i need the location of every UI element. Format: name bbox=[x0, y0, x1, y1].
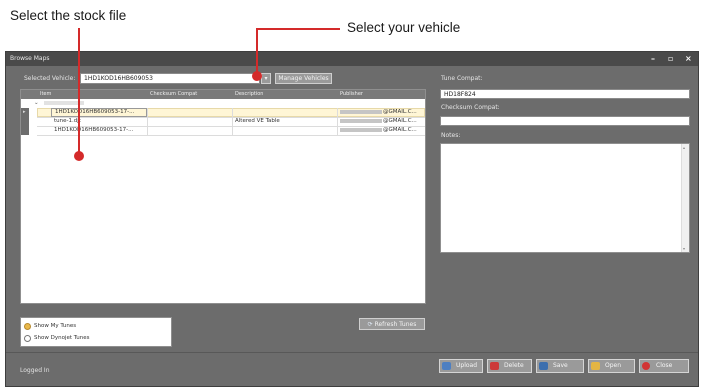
row-2-description: Altered VE Table bbox=[235, 118, 280, 124]
row-divider bbox=[37, 135, 425, 136]
row-1-publisher: @GMAIL.C... bbox=[337, 108, 425, 117]
delete-label: Delete bbox=[504, 362, 524, 369]
column-separator bbox=[232, 108, 233, 135]
checksum-compat-field[interactable] bbox=[440, 116, 690, 126]
refresh-tunes-label: Refresh Tunes bbox=[374, 321, 417, 328]
close-button[interactable]: Close bbox=[639, 359, 689, 373]
scroll-down-icon[interactable]: ▾ bbox=[683, 246, 685, 251]
maximize-icon[interactable]: ▫ bbox=[668, 52, 673, 66]
tune-filter-box: Show My Tunes Show Dynojet Tunes bbox=[20, 317, 172, 347]
row-2-item[interactable]: tune-1.djt bbox=[51, 117, 147, 126]
annotation-stock-file-dot bbox=[74, 151, 84, 161]
annotation-select-vehicle: Select your vehicle bbox=[347, 20, 461, 35]
column-header-description[interactable]: Description bbox=[232, 90, 337, 99]
column-header-publisher[interactable]: Publisher bbox=[337, 90, 427, 99]
column-separator bbox=[147, 108, 148, 135]
refresh-tunes-button[interactable]: ⟳ Refresh Tunes bbox=[359, 318, 425, 330]
close-circle-icon bbox=[642, 362, 650, 370]
notes-textarea[interactable]: ▴ ▾ bbox=[440, 143, 690, 253]
group-label-blurred bbox=[41, 99, 131, 108]
upload-icon bbox=[442, 362, 451, 370]
folder-icon bbox=[591, 362, 600, 370]
row-3-description bbox=[232, 126, 337, 135]
column-header-checksum[interactable]: Checksum Compat bbox=[147, 90, 232, 99]
annotation-vehicle-line-v bbox=[256, 28, 258, 74]
notes-scrollbar[interactable]: ▴ ▾ bbox=[681, 144, 689, 252]
save-button[interactable]: Save bbox=[536, 359, 584, 373]
show-dynojet-tunes-radio[interactable] bbox=[24, 335, 31, 342]
show-my-tunes-radio[interactable] bbox=[24, 323, 31, 330]
upload-label: Upload bbox=[456, 362, 478, 369]
show-my-tunes-label[interactable]: Show My Tunes bbox=[34, 323, 76, 329]
annotation-vehicle-line-h bbox=[256, 28, 340, 30]
scroll-up-icon[interactable]: ▴ bbox=[683, 145, 685, 150]
tune-compat-field[interactable]: HD18F824 bbox=[440, 89, 690, 99]
checksum-compat-label: Checksum Compat: bbox=[441, 104, 500, 111]
grid-header: Item Checksum Compat Description Publish… bbox=[21, 90, 425, 99]
close-label: Close bbox=[656, 362, 673, 369]
tunes-grid: Item Checksum Compat Description Publish… bbox=[20, 89, 426, 304]
status-divider bbox=[6, 352, 698, 353]
chevron-down-icon: ▾ bbox=[264, 75, 268, 82]
manage-vehicles-button[interactable]: Manage Vehicles bbox=[275, 73, 332, 84]
window-title: Browse Maps bbox=[10, 55, 50, 62]
close-icon[interactable]: × bbox=[685, 52, 692, 66]
column-separator bbox=[337, 108, 338, 135]
column-header-item[interactable]: Item bbox=[37, 90, 147, 99]
open-button[interactable]: Open bbox=[588, 359, 635, 373]
open-label: Open bbox=[605, 362, 622, 369]
vehicle-dropdown[interactable]: 1HD1KOD16HB609053 bbox=[80, 73, 260, 84]
annotation-vehicle-dot bbox=[252, 71, 262, 81]
show-dynojet-tunes-label[interactable]: Show Dynojet Tunes bbox=[34, 335, 90, 341]
annotation-stock-file-line bbox=[78, 28, 80, 156]
row-2-publisher: @GMAIL.C... bbox=[337, 117, 425, 126]
row-3-publisher: @GMAIL.C... bbox=[337, 126, 425, 135]
refresh-icon: ⟳ bbox=[367, 321, 375, 328]
upload-button[interactable]: Upload bbox=[439, 359, 483, 373]
browse-maps-window: Browse Maps – ▫ × Selected Vehicle: 1HD1… bbox=[5, 51, 699, 387]
current-row-arrow-icon: ▸ bbox=[23, 109, 26, 115]
row-1-item[interactable]: 1HD1KOD16HB609053-17-... bbox=[51, 108, 147, 117]
tune-compat-value: HD18F824 bbox=[444, 91, 476, 98]
row-1-description bbox=[232, 108, 337, 117]
notes-label: Notes: bbox=[441, 132, 461, 139]
status-text: Logged In bbox=[20, 367, 50, 374]
selected-vehicle-label: Selected Vehicle: bbox=[24, 75, 76, 82]
title-bar: Browse Maps – ▫ × bbox=[6, 52, 698, 66]
tune-compat-label: Tune Compat: bbox=[441, 75, 483, 82]
minimize-icon[interactable]: – bbox=[651, 52, 655, 66]
row-3-item[interactable]: 1HD1KOD16HB609053-17-... bbox=[51, 126, 147, 135]
delete-icon bbox=[490, 362, 499, 370]
save-icon bbox=[539, 362, 548, 370]
vehicle-value: 1HD1KOD16HB609053 bbox=[84, 75, 153, 82]
save-label: Save bbox=[553, 362, 568, 369]
annotation-select-stock-file: Select the stock file bbox=[10, 8, 127, 23]
delete-button[interactable]: Delete bbox=[487, 359, 532, 373]
group-expand-icon[interactable]: ⌄ bbox=[31, 99, 41, 108]
vehicle-dropdown-button[interactable]: ▾ bbox=[261, 73, 271, 84]
